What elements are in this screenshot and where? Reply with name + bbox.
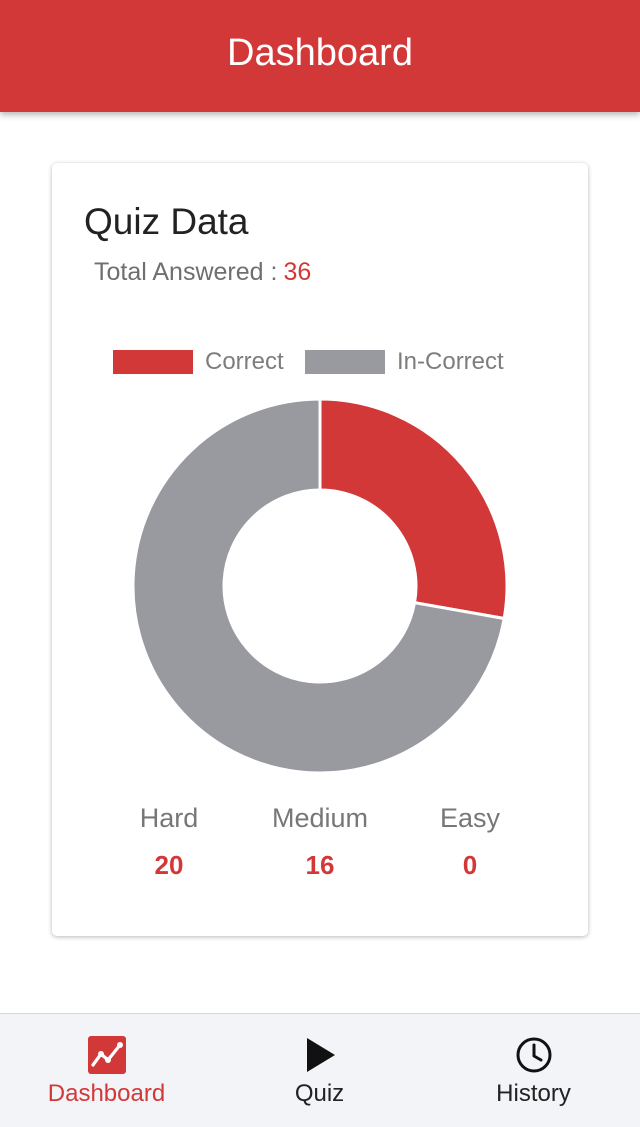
tab-dashboard[interactable]: Dashboard [0,1014,213,1127]
tab-label: History [496,1080,571,1107]
stat-hard: Hard 20 [94,803,244,881]
doughnut-chart [131,397,509,775]
tab-label: Quiz [294,1080,345,1107]
legend-label-incorrect: In-Correct [397,348,504,375]
difficulty-stats: Hard 20 Medium 16 Easy 0 [52,803,588,893]
stat-value: 16 [305,850,335,880]
total-answered: Total Answered :36 [94,258,311,287]
card-title: Quiz Data [84,201,249,242]
total-answered-label: Total Answered : [94,258,278,286]
tab-label: Dashboard [47,1080,166,1107]
stat-label: Hard [139,803,199,833]
stat-easy: Easy 0 [395,803,545,881]
stat-label: Easy [439,803,501,833]
stat-value: 0 [462,850,478,880]
app-header: Dashboard [0,0,640,112]
chart-line-icon [87,1036,126,1074]
clock-icon [516,1037,551,1073]
tab-quiz[interactable]: Quiz [213,1014,426,1127]
legend-item-correct[interactable]: Correct [113,348,284,376]
legend-swatch-incorrect [305,350,385,374]
page-title: Dashboard [227,31,413,74]
legend-swatch-correct [113,350,193,374]
play-icon [306,1038,335,1072]
stat-medium: Medium 16 [245,803,395,881]
total-answered-value: 36 [283,258,312,286]
stat-label: Medium [271,803,369,833]
donut-slice-correct[interactable] [318,397,509,621]
legend-label-correct: Correct [205,348,284,375]
tab-history[interactable]: History [427,1014,640,1127]
bottom-tab-bar: Dashboard Quiz History [0,1013,640,1127]
quiz-data-card: Quiz Data Total Answered :36 Correct In-… [52,163,588,936]
stat-value: 20 [154,850,184,880]
chart-legend: Correct In-Correct [52,348,588,376]
legend-item-incorrect[interactable]: In-Correct [305,348,504,376]
